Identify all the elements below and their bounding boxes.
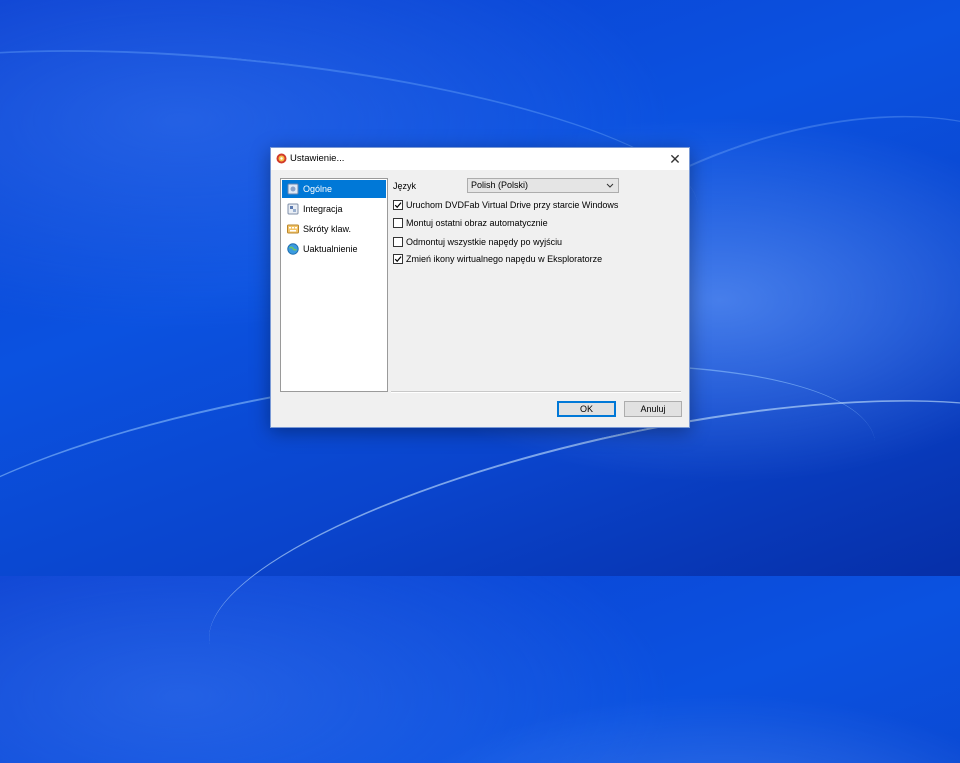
divider <box>391 391 681 393</box>
startup-option[interactable]: Uruchom DVDFab Virtual Drive przy starci… <box>393 198 618 211</box>
cancel-button[interactable]: Anuluj <box>624 401 682 417</box>
sidebar-item-shortcuts[interactable]: Skróty klaw. <box>282 220 386 238</box>
update-globe-icon <box>287 243 299 255</box>
sidebar-item-integration[interactable]: Integracja <box>282 200 386 218</box>
language-select[interactable]: Polish (Polski) <box>467 178 619 193</box>
integration-icon <box>287 203 299 215</box>
title-bar[interactable]: Ustawienie... ✕ <box>271 148 689 170</box>
ok-button[interactable]: OK <box>557 401 616 417</box>
language-select-value: Polish (Polski) <box>471 180 529 190</box>
settings-dialog: Ustawienie... ✕ Ogólne Integracja Skróty… <box>270 147 690 428</box>
unmount-on-exit-checkbox[interactable] <box>393 236 403 247</box>
startup-checkbox[interactable] <box>393 199 403 210</box>
change-drive-icons-option-label: Zmień ikony wirtualnego napędu w Eksplor… <box>406 253 603 264</box>
close-button[interactable]: ✕ <box>661 148 689 170</box>
language-label: Język <box>393 181 417 191</box>
change-drive-icons-checkbox[interactable] <box>393 253 403 264</box>
sidebar-item-label: Ogólne <box>303 184 333 194</box>
dvdfab-icon <box>276 153 287 164</box>
close-icon: ✕ <box>669 151 681 167</box>
automount-option-label: Montuj ostatni obraz automatycznie <box>406 217 548 228</box>
change-drive-icons-option[interactable]: Zmień ikony wirtualnego napędu w Eksplor… <box>393 252 602 265</box>
keyboard-shortcuts-icon <box>287 223 299 235</box>
sidebar-item-general[interactable]: Ogólne <box>282 180 386 198</box>
unmount-on-exit-option[interactable]: Odmontuj wszystkie napędy po wyjściu <box>393 235 562 248</box>
general-settings-icon <box>287 183 299 195</box>
automount-checkbox[interactable] <box>393 217 403 228</box>
settings-category-list: Ogólne Integracja Skróty klaw. Uaktualni… <box>280 178 388 392</box>
sidebar-item-label: Skróty klaw. <box>303 224 352 234</box>
startup-option-label: Uruchom DVDFab Virtual Drive przy starci… <box>406 199 619 210</box>
unmount-on-exit-option-label: Odmontuj wszystkie napędy po wyjściu <box>406 236 563 247</box>
sidebar-item-update[interactable]: Uaktualnienie <box>282 240 386 258</box>
sidebar-item-label: Integracja <box>303 204 343 214</box>
sidebar-item-label: Uaktualnienie <box>303 244 358 254</box>
dialog-title: Ustawienie... <box>290 153 345 164</box>
chevron-down-icon <box>606 180 614 191</box>
automount-option[interactable]: Montuj ostatni obraz automatycznie <box>393 216 548 229</box>
